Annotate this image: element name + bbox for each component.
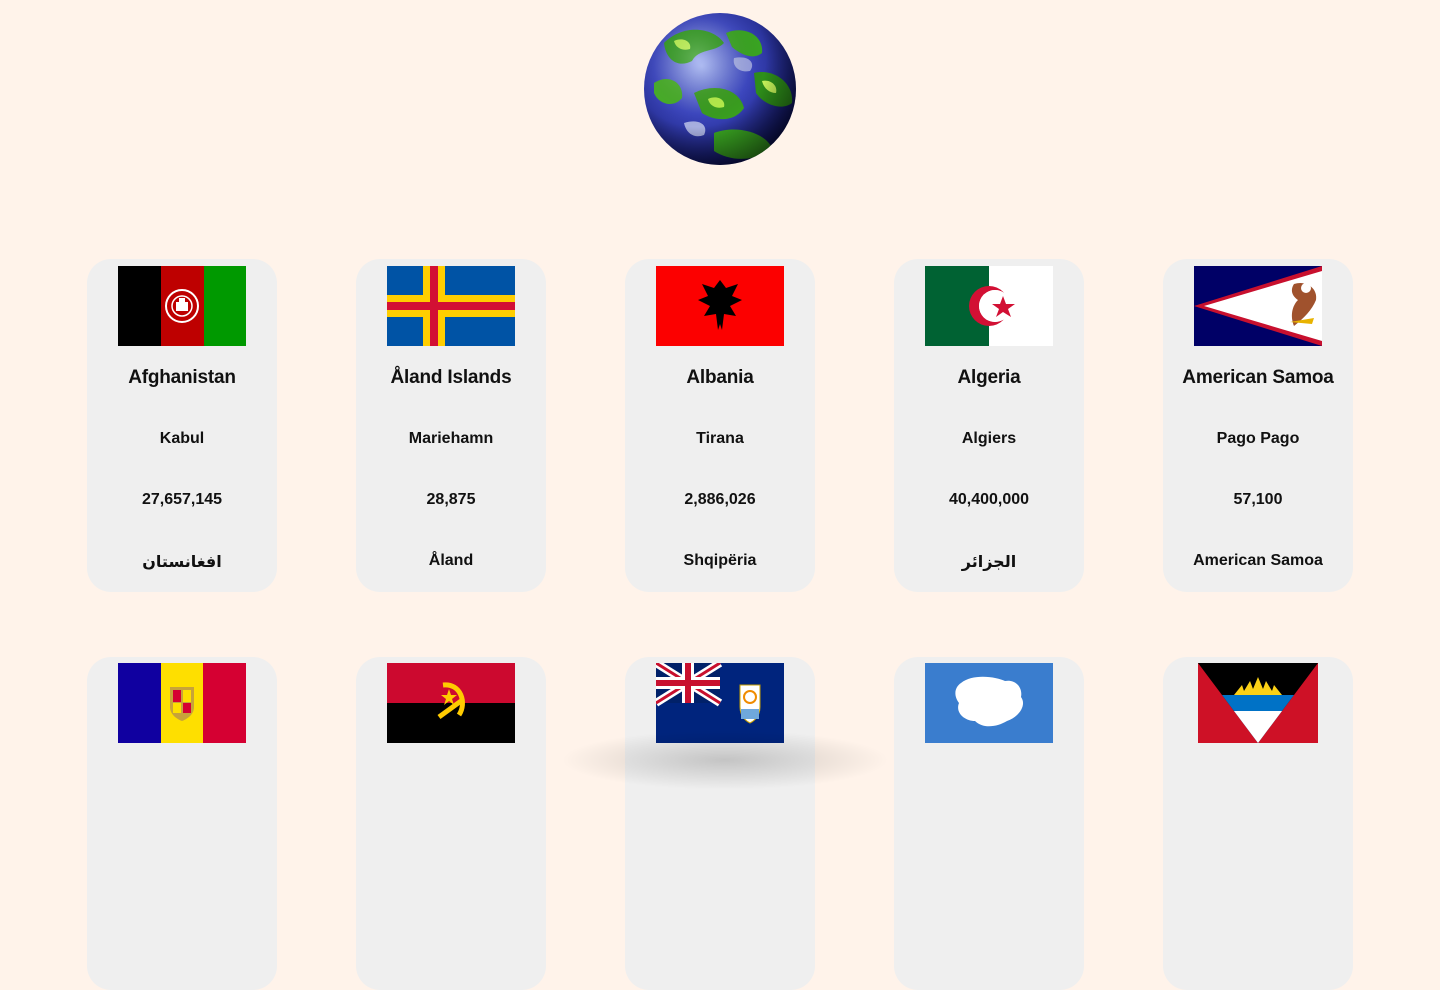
country-card-afghanistan[interactable]: Afghanistan Kabul 27,657,145 افغانستان (87, 259, 277, 592)
country-capital: Tirana (696, 430, 744, 447)
country-name: Åland Islands (390, 367, 512, 388)
country-native-name: American Samoa (1193, 552, 1323, 569)
country-capital: Mariehamn (408, 430, 494, 447)
angola-flag-icon (387, 663, 515, 743)
aland-islands-flag-icon (387, 266, 515, 346)
andorra-flag-icon (118, 663, 246, 743)
scroll-shadow (560, 730, 890, 790)
country-native-name: Åland (428, 552, 474, 569)
antarctica-flag-icon (925, 663, 1053, 743)
country-card-antarctica[interactable] (894, 657, 1084, 990)
country-card-andorra[interactable] (87, 657, 277, 990)
country-card-angola[interactable] (356, 657, 546, 990)
country-population: 27,657,145 (141, 491, 223, 508)
country-population: 40,400,000 (948, 491, 1030, 508)
country-name: Albania (686, 367, 754, 388)
country-capital: Pago Pago (1216, 430, 1300, 447)
country-population: 28,875 (426, 491, 476, 508)
country-capital: Kabul (159, 430, 205, 447)
country-native-name: افغانستان (142, 554, 222, 571)
antigua-and-barbuda-flag-icon (1198, 663, 1318, 743)
afghanistan-flag-icon (118, 266, 246, 346)
country-name: Algeria (957, 367, 1021, 388)
country-capital: Algiers (961, 430, 1017, 447)
country-name: Afghanistan (128, 367, 236, 388)
country-card-antigua-and-barbuda[interactable] (1163, 657, 1353, 990)
country-population: 57,100 (1233, 491, 1283, 508)
country-card-aland-islands[interactable]: Åland Islands Mariehamn 28,875 Åland (356, 259, 546, 592)
algeria-flag-icon (925, 266, 1053, 346)
american-samoa-flag-icon (1194, 266, 1322, 346)
country-grid: Afghanistan Kabul 27,657,145 افغانستان Å… (0, 0, 1440, 990)
country-name: American Samoa (1182, 367, 1334, 388)
country-card-albania[interactable]: Albania Tirana 2,886,026 Shqipëria (625, 259, 815, 592)
country-native-name: Shqipëria (683, 552, 757, 569)
country-population: 2,886,026 (684, 491, 756, 508)
albania-flag-icon (656, 266, 784, 346)
country-native-name: الجزائر (961, 554, 1017, 571)
country-card-anguilla[interactable] (625, 657, 815, 990)
country-card-algeria[interactable]: Algeria Algiers 40,400,000 الجزائر (894, 259, 1084, 592)
country-card-american-samoa[interactable]: American Samoa Pago Pago 57,100 American… (1163, 259, 1353, 592)
